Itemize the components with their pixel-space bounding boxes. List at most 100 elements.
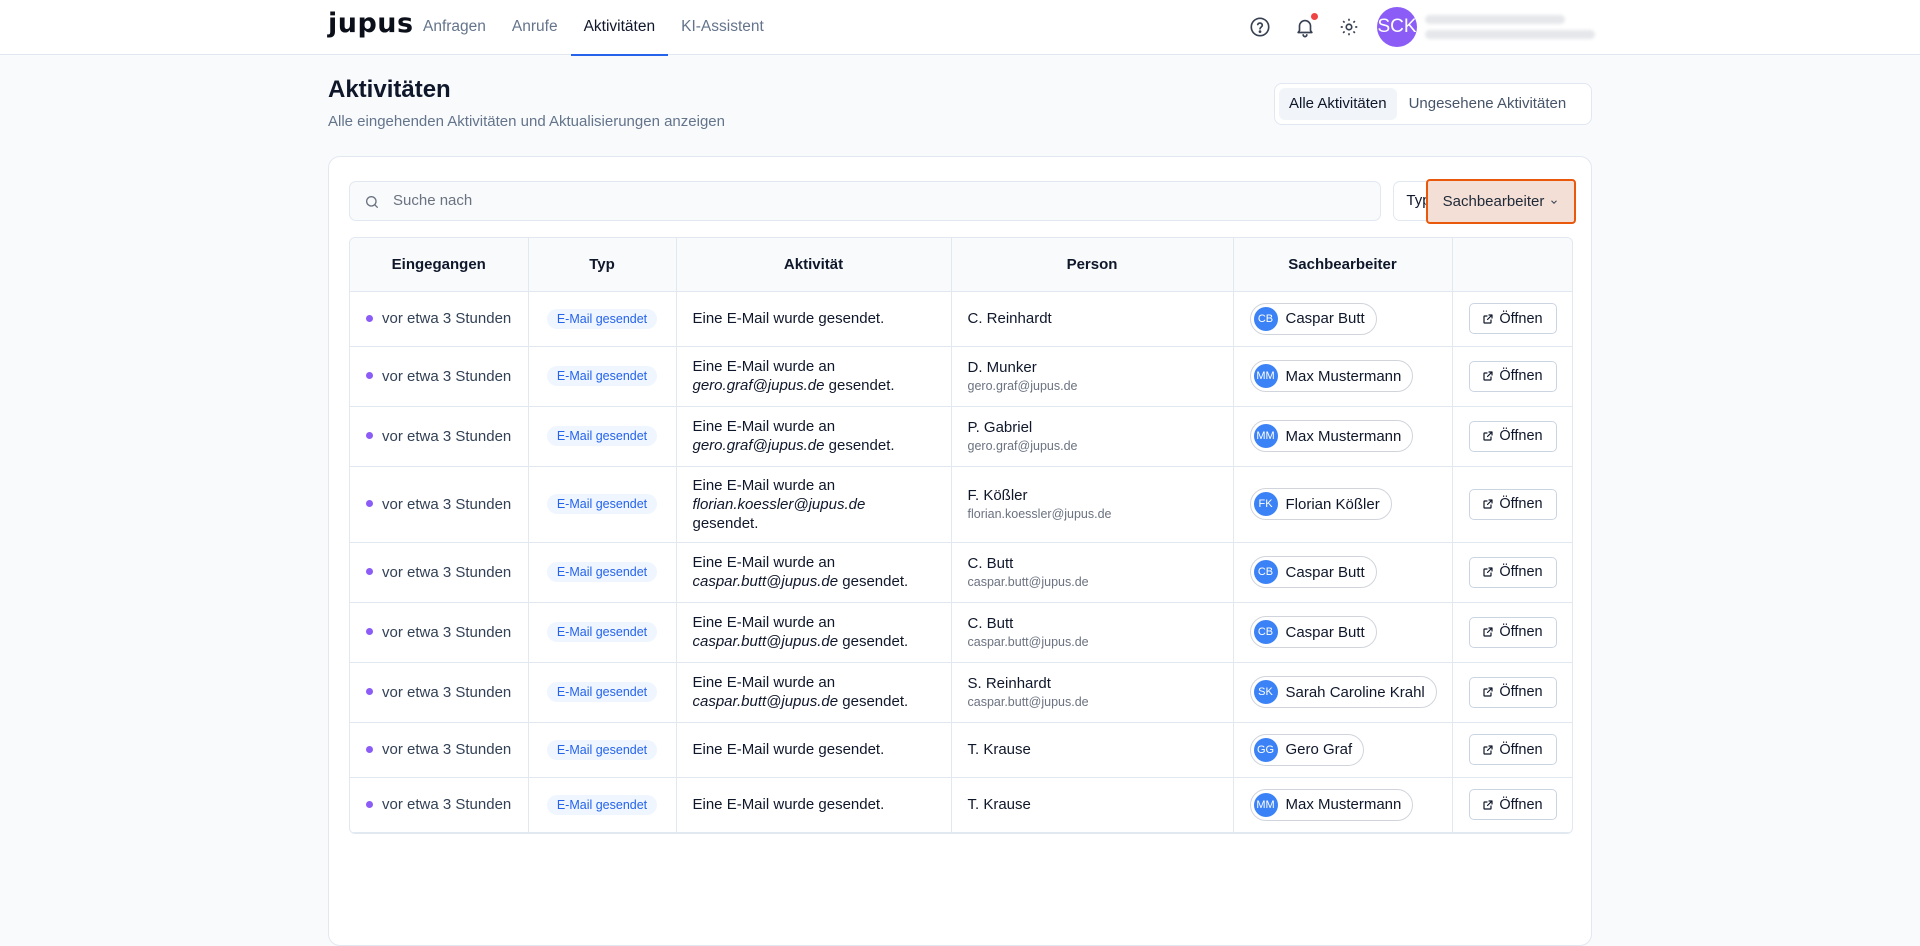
agent-chip[interactable]: MM Max Mustermann xyxy=(1249,420,1414,452)
table-row[interactable]: vor etwa 3 Stunden E-Mail gesendet Eine … xyxy=(350,542,1572,603)
person-email: caspar.butt@jupus.de xyxy=(967,635,1089,649)
table-row[interactable]: vor etwa 3 Stunden E-Mail gesendet Eine … xyxy=(350,662,1572,723)
gear-icon[interactable] xyxy=(1338,16,1362,40)
activity-text: Eine E-Mail wurde gesendet. xyxy=(693,309,935,328)
actions-cell: Öffnen xyxy=(1452,346,1572,407)
agent-chip[interactable]: SK Sarah Caroline Krahl xyxy=(1249,676,1437,708)
agent-chip[interactable]: FK Florian Kößler xyxy=(1249,488,1392,520)
user-avatar[interactable]: SCK xyxy=(1377,7,1417,47)
open-button[interactable]: Öffnen xyxy=(1468,420,1557,452)
agent-cell: MM Max Mustermann xyxy=(1233,346,1453,407)
activity-text: Eine E-Mail wurde an caspar.butt@jupus.d… xyxy=(693,613,935,651)
open-label: Öffnen xyxy=(1499,796,1543,813)
agent-cell: SK Sarah Caroline Krahl xyxy=(1233,662,1453,723)
open-button[interactable]: Öffnen xyxy=(1468,303,1557,334)
activity-text-post: gesendet. xyxy=(692,514,759,532)
unread-dot xyxy=(366,372,373,380)
col-header-activity[interactable]: Aktivität xyxy=(676,238,952,292)
table-row[interactable]: vor etwa 3 Stunden E-Mail gesendet Eine … xyxy=(350,346,1572,407)
actions-cell: Öffnen xyxy=(1452,542,1572,603)
nav-anrufe[interactable]: Anrufe xyxy=(499,0,571,55)
filter-unseen-activities[interactable]: Ungesehene Aktivitäten xyxy=(1399,88,1577,120)
user-info-blurred[interactable] xyxy=(1425,15,1595,45)
activity-text: Eine E-Mail wurde an gero.graf@jupus.de … xyxy=(693,357,935,395)
table-row[interactable]: vor etwa 3 Stunden E-Mail gesendet Eine … xyxy=(350,406,1572,467)
logo[interactable]: jupus xyxy=(328,8,414,39)
activity-text: Eine E-Mail wurde an caspar.butt@jupus.d… xyxy=(693,673,935,711)
agent-chip[interactable]: CB Caspar Butt xyxy=(1249,302,1377,335)
agent-name: Florian Kößler xyxy=(1285,495,1380,513)
agent-cell: GG Gero Graf xyxy=(1233,722,1453,778)
agent-cell: CB Caspar Butt xyxy=(1233,602,1453,663)
agent-name: Gero Graf xyxy=(1285,741,1353,758)
type-badge: E-Mail gesendet xyxy=(546,494,658,514)
activity-email: caspar.butt@jupus.de xyxy=(692,693,839,710)
agent-name: Caspar Butt xyxy=(1285,563,1365,581)
agent-avatar: FK xyxy=(1253,492,1278,516)
unread-dot xyxy=(366,628,373,636)
nav-anfragen[interactable]: Anfragen xyxy=(410,0,499,55)
open-button[interactable]: Öffnen xyxy=(1468,488,1557,520)
received-cell: vor etwa 3 Stunden xyxy=(350,777,529,833)
actions-cell: Öffnen xyxy=(1452,602,1572,663)
activity-text-pre: Eine E-Mail wurde an xyxy=(692,554,836,571)
person-cell: C. Butt caspar.butt@jupus.de xyxy=(951,602,1234,663)
open-button[interactable]: Öffnen xyxy=(1468,676,1557,708)
type-cell: E-Mail gesendet xyxy=(528,662,677,723)
activity-email: gero.graf@jupus.de xyxy=(692,377,825,394)
received-text: vor etwa 3 Stunden xyxy=(382,623,512,641)
search-input[interactable]: Suche nach xyxy=(349,181,1381,221)
agent-chip[interactable]: CB Caspar Butt xyxy=(1249,616,1377,648)
table-row[interactable]: vor etwa 3 Stunden E-Mail gesendet Eine … xyxy=(350,466,1572,543)
type-badge: E-Mail gesendet xyxy=(546,426,658,446)
actions-cell: Öffnen xyxy=(1452,722,1572,778)
type-cell: E-Mail gesendet xyxy=(528,291,677,347)
agent-chip[interactable]: CB Caspar Butt xyxy=(1249,556,1377,588)
open-button[interactable]: Öffnen xyxy=(1468,734,1557,765)
person-cell: T. Krause xyxy=(951,777,1234,833)
activities-card: Suche nach Typ Sachbearbeiter Eingegange… xyxy=(328,156,1592,946)
activity-cell: Eine E-Mail wurde an caspar.butt@jupus.d… xyxy=(676,602,952,663)
open-button[interactable]: Öffnen xyxy=(1468,556,1557,588)
agent-avatar: CB xyxy=(1253,620,1278,644)
external-link-icon xyxy=(1483,499,1493,509)
table-row[interactable]: vor etwa 3 Stunden E-Mail gesendet Eine … xyxy=(350,291,1572,347)
col-header-received[interactable]: Eingegangen xyxy=(350,238,529,292)
col-header-person[interactable]: Person xyxy=(951,238,1234,292)
open-button[interactable]: Öffnen xyxy=(1468,789,1557,820)
table-row[interactable]: vor etwa 3 Stunden E-Mail gesendet Eine … xyxy=(350,602,1572,663)
actions-cell: Öffnen xyxy=(1452,466,1572,543)
person-cell: T. Krause xyxy=(951,722,1234,778)
agent-avatar: MM xyxy=(1253,364,1278,388)
unread-dot xyxy=(366,432,373,440)
col-header-agent[interactable]: Sachbearbeiter xyxy=(1233,238,1453,292)
type-badge: E-Mail gesendet xyxy=(546,562,658,582)
agent-chip[interactable]: GG Gero Graf xyxy=(1249,733,1365,766)
agent-filter-label: Sachbearbeiter xyxy=(1442,193,1545,210)
table-row[interactable]: vor etwa 3 Stunden E-Mail gesendet Eine … xyxy=(350,722,1572,778)
table-row[interactable]: vor etwa 3 Stunden E-Mail gesendet Eine … xyxy=(350,777,1572,833)
filter-all-activities[interactable]: Alle Aktivitäten xyxy=(1279,88,1397,120)
agent-filter-button[interactable]: Sachbearbeiter xyxy=(1426,179,1576,224)
open-label: Öffnen xyxy=(1499,496,1543,512)
open-button[interactable]: Öffnen xyxy=(1468,616,1557,648)
activity-email: gero.graf@jupus.de xyxy=(692,437,825,454)
person-cell: F. Kößler florian.koessler@jupus.de xyxy=(951,466,1234,543)
agent-cell: CB Caspar Butt xyxy=(1233,542,1453,603)
external-link-icon xyxy=(1483,687,1493,697)
person-name: F. Kößler xyxy=(967,487,1028,504)
agent-chip[interactable]: MM Max Mustermann xyxy=(1249,360,1414,392)
nav-ki-assistent[interactable]: KI-Assistent xyxy=(668,0,777,55)
col-header-type[interactable]: Typ xyxy=(528,238,677,292)
activity-text: Eine E-Mail wurde an caspar.butt@jupus.d… xyxy=(693,553,935,591)
person-name: P. Gabriel xyxy=(967,419,1033,436)
open-button[interactable]: Öffnen xyxy=(1468,360,1557,392)
agent-name: Caspar Butt xyxy=(1285,310,1365,327)
agent-chip[interactable]: MM Max Mustermann xyxy=(1249,788,1414,821)
nav-aktivitaeten[interactable]: Aktivitäten xyxy=(570,0,669,56)
page-subtitle: Alle eingehenden Aktivitäten und Aktuali… xyxy=(328,113,725,130)
help-icon[interactable] xyxy=(1249,16,1273,40)
activity-text-pre: Eine E-Mail wurde gesendet. xyxy=(692,741,885,758)
person-name: D. Munker xyxy=(967,359,1037,376)
external-link-icon xyxy=(1483,371,1493,381)
